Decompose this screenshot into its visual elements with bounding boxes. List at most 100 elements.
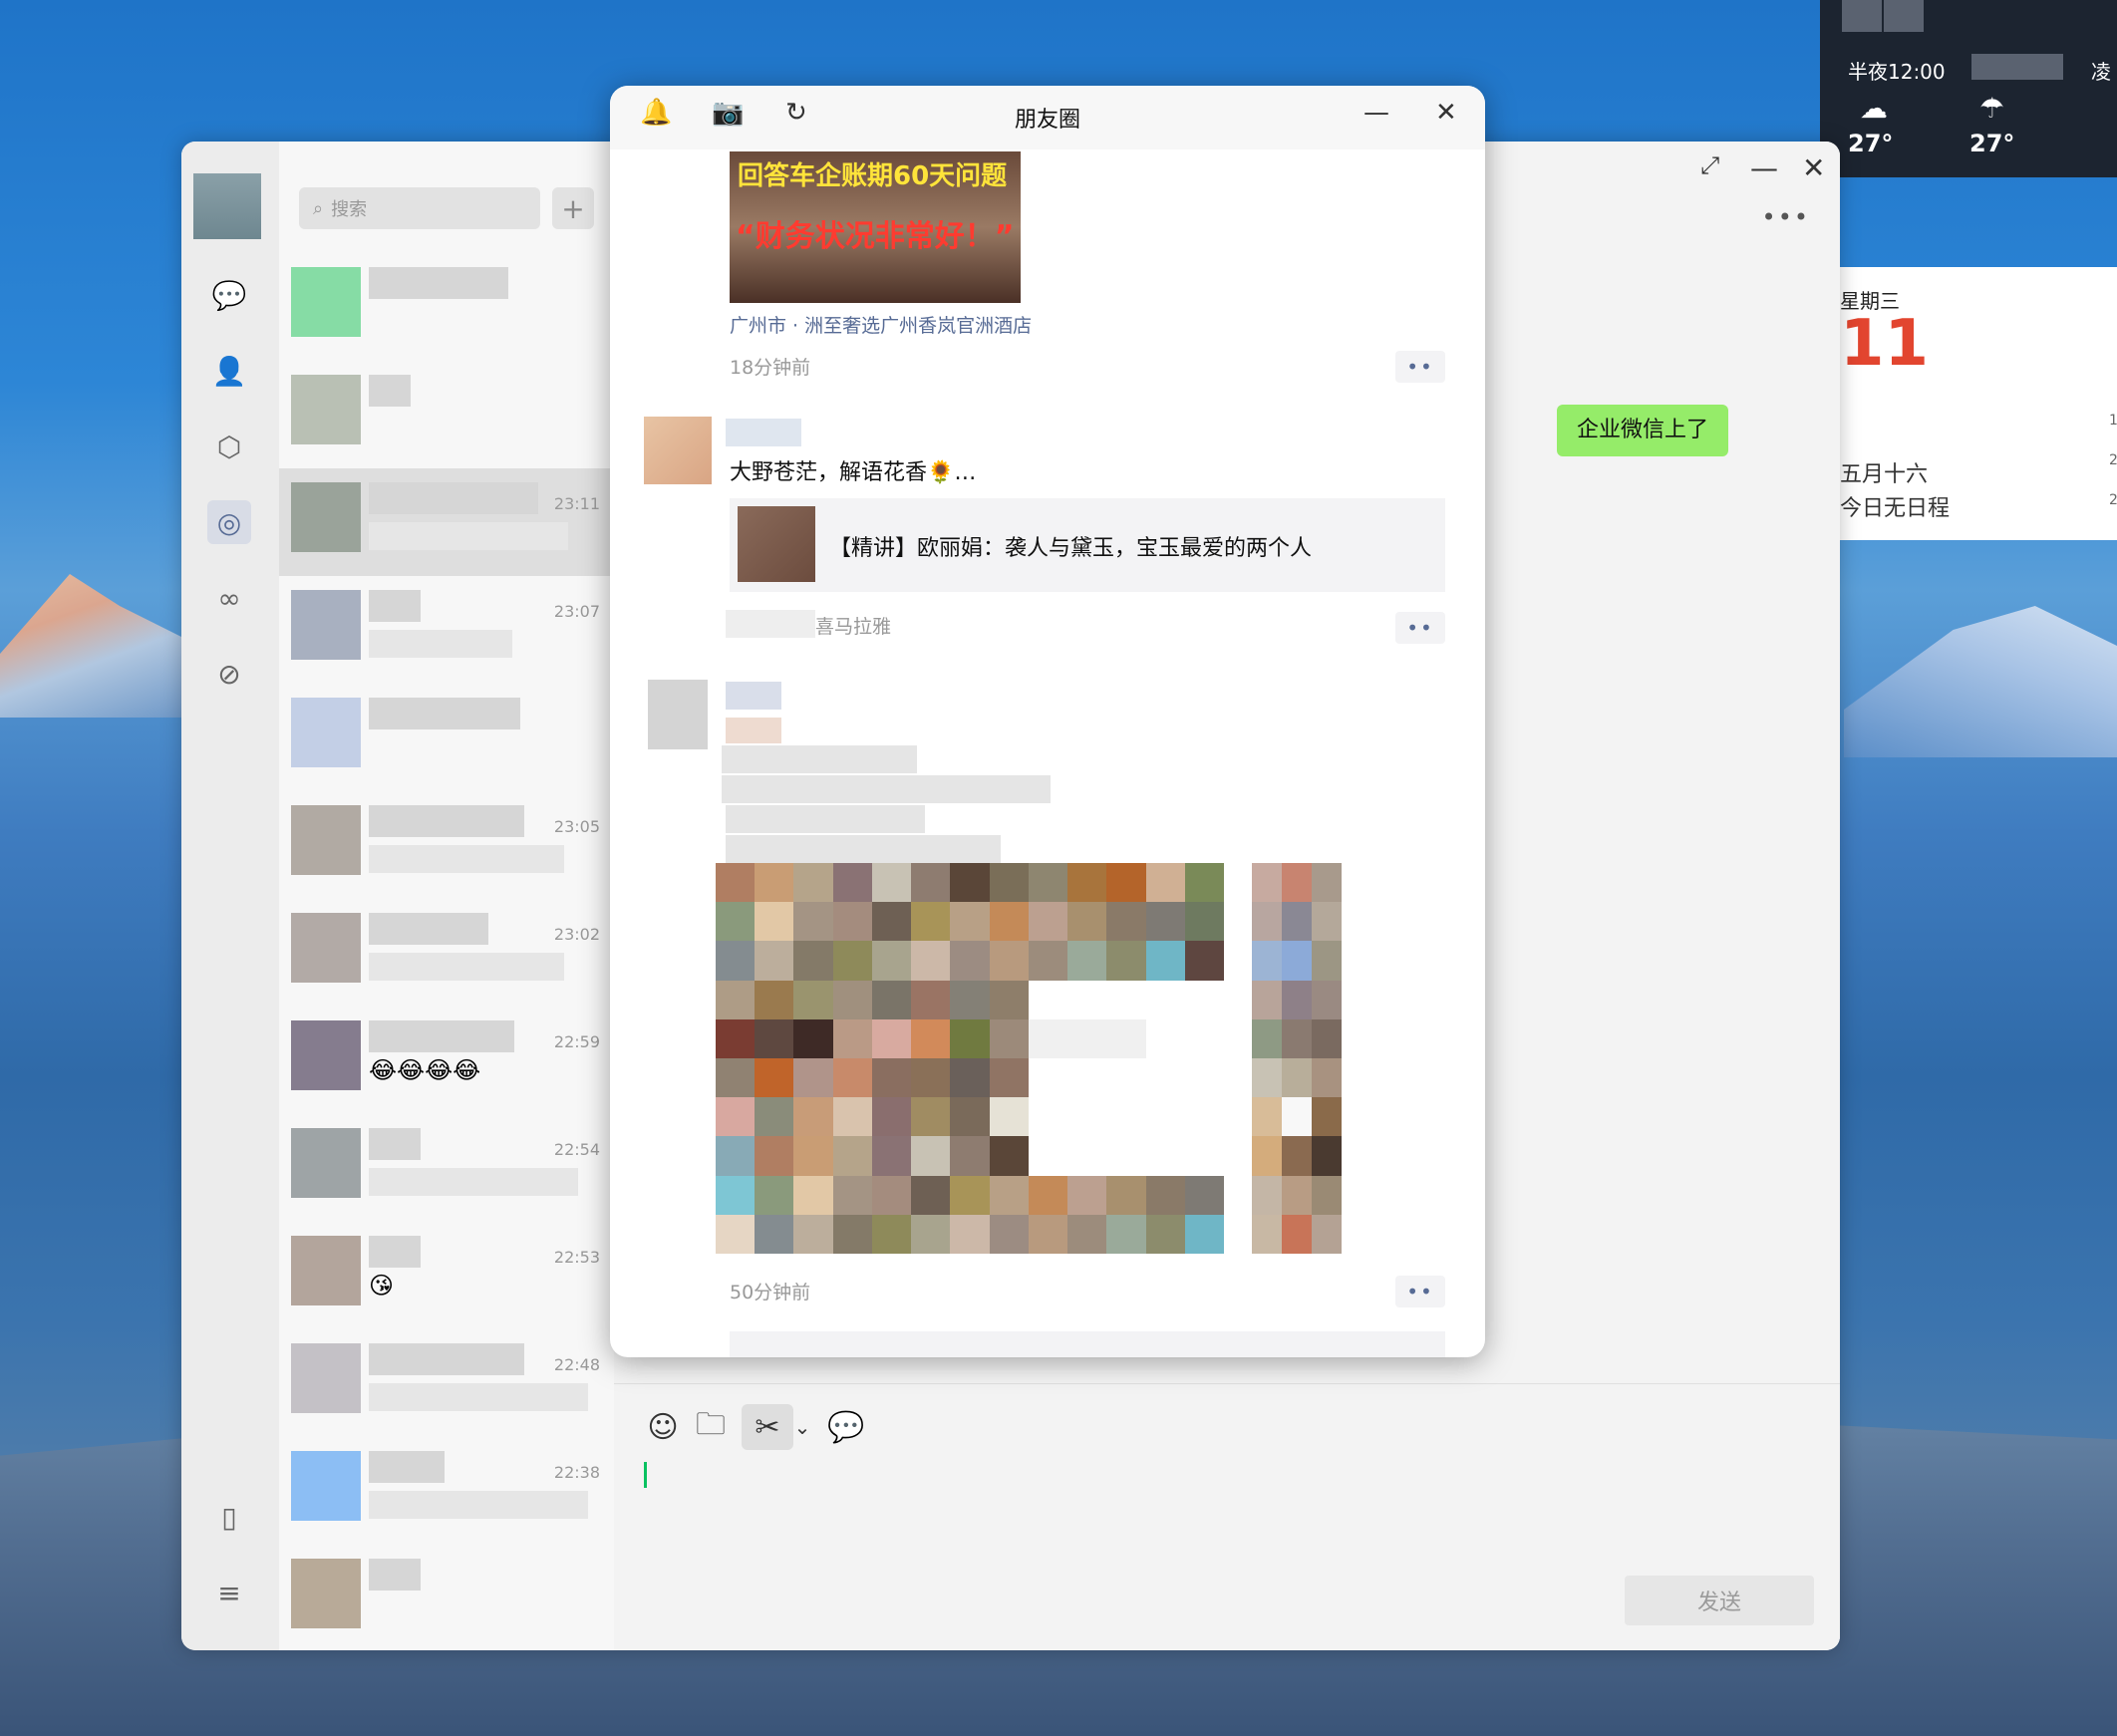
image-pixel: [1106, 1136, 1146, 1176]
image-pixel: [1028, 902, 1068, 942]
image-pixel: [1252, 1136, 1282, 1176]
message-input-area[interactable]: ☺ 🗀 ✂ ⌄ 💬 发送: [614, 1383, 1840, 1650]
chat-icon[interactable]: 💬: [207, 273, 251, 317]
image-pixel: [1252, 863, 1282, 903]
calendar-widget[interactable]: 星期三 11 五月十六 今日无日程 1 2 2: [1840, 267, 2117, 540]
chat-name: [369, 1343, 524, 1375]
image-pixel: [1184, 1136, 1224, 1176]
shared-link-card[interactable]: 【精讲】欧丽娟：袭人与黛玉，宝玉最爱的两个人: [730, 498, 1445, 592]
image-pixel: [1028, 980, 1068, 1019]
minimize-icon[interactable]: —: [1750, 151, 1778, 184]
avatar[interactable]: [193, 173, 261, 239]
menu-icon[interactable]: ≡: [207, 1571, 251, 1614]
post-more-button[interactable]: ••: [1395, 1276, 1445, 1307]
image-pixel: [1067, 1058, 1107, 1098]
image-pixel: [1184, 941, 1224, 981]
close-icon[interactable]: ✕: [1435, 98, 1457, 128]
calendar-side-mark: 2: [2109, 492, 2117, 508]
chevron-down-icon[interactable]: ⌄: [789, 1404, 815, 1450]
list-item[interactable]: 23:05: [279, 791, 614, 899]
image-pixel: [716, 941, 756, 981]
scissors-icon[interactable]: ✂: [742, 1404, 793, 1450]
post-text: 大野苍茫，解语花香🌻…: [730, 460, 977, 485]
image-pixel: [1184, 1058, 1224, 1098]
image-pixel: [1184, 1018, 1224, 1058]
minimize-icon[interactable]: —: [1363, 98, 1389, 128]
calendar-side-mark: 1: [2109, 413, 2117, 429]
avatar: [291, 482, 361, 552]
image-pixel: [1282, 1097, 1312, 1137]
emoji-icon[interactable]: ☺: [640, 1404, 686, 1450]
shared-link-card[interactable]: [730, 1331, 1445, 1357]
list-item[interactable]: [279, 253, 614, 361]
favorites-icon[interactable]: ⬡: [207, 425, 251, 468]
image-pixel: [1145, 902, 1185, 942]
temperature-next: 27°: [1969, 130, 2015, 157]
image-pixel: [1282, 941, 1312, 981]
moments-icon[interactable]: ◎: [207, 500, 251, 544]
image-pixel: [1312, 941, 1342, 981]
restore-icon[interactable]: ⤢: [1700, 151, 1719, 179]
channels-icon[interactable]: ∞: [207, 576, 251, 620]
post-image[interactable]: 回答车企账期60天问题 “财务状况非常好！”: [730, 151, 1021, 303]
image-pixel: [1312, 1175, 1342, 1215]
post-image[interactable]: [1252, 863, 1342, 1254]
weather-widget[interactable]: 半夜12:00 凌 ☁ ☂ 27° 27°: [1820, 0, 2117, 177]
mountain-peak-right: [1844, 606, 2117, 757]
contacts-icon[interactable]: 👤: [207, 349, 251, 393]
list-item[interactable]: [279, 361, 614, 468]
share-thumbnail: [738, 506, 815, 582]
list-item[interactable]: 23:11: [279, 468, 614, 576]
list-item[interactable]: [279, 684, 614, 791]
send-button[interactable]: 发送: [1625, 1576, 1814, 1625]
close-icon[interactable]: ✕: [1802, 151, 1825, 184]
post-location[interactable]: 广州市 · 洲至奢选广州香岚官洲酒店: [730, 311, 1032, 338]
folder-icon[interactable]: 🗀: [688, 1404, 734, 1450]
message-bubble[interactable]: 企业微信上了: [1557, 405, 1729, 456]
image-pixel: [950, 1018, 990, 1058]
image-pixel: [1282, 863, 1312, 903]
list-item[interactable]: 22:48: [279, 1329, 614, 1437]
avatar[interactable]: [648, 680, 708, 749]
more-icon[interactable]: •••: [1762, 203, 1810, 231]
post-more-button[interactable]: ••: [1395, 351, 1445, 383]
weather-next-time: 凌: [2091, 60, 2111, 84]
avatar: [291, 1020, 361, 1090]
search-input[interactable]: ⌕ 搜索: [299, 187, 540, 229]
phone-icon[interactable]: ▯: [207, 1495, 251, 1539]
image-pixel: [1312, 902, 1342, 942]
add-button[interactable]: +: [552, 187, 594, 229]
list-item[interactable]: 😂😂😂😂 22:59: [279, 1007, 614, 1114]
post-more-button[interactable]: ••: [1395, 612, 1445, 644]
image-pixel: [871, 1175, 912, 1215]
calendar-side-mark: 2: [2109, 452, 2117, 468]
list-item[interactable]: [279, 1545, 614, 1650]
mini-program-icon[interactable]: ⊘: [207, 652, 251, 696]
post-author-name[interactable]: [726, 419, 801, 446]
chat-name: [369, 590, 421, 622]
image-pixel: [1106, 941, 1146, 981]
image-pixel: [793, 902, 833, 942]
chat-history-icon[interactable]: 💬: [823, 1404, 869, 1450]
list-item[interactable]: 22:54: [279, 1114, 614, 1222]
image-pixel: [716, 863, 756, 903]
list-item[interactable]: 23:07: [279, 576, 614, 684]
chat-last-message: [369, 630, 512, 658]
image-pixel: [911, 1058, 951, 1098]
list-item[interactable]: 23:02: [279, 899, 614, 1007]
image-pixel: [755, 1018, 794, 1058]
blurred-block: [1842, 0, 1882, 32]
calendar-lunar-date: 五月十六: [1840, 462, 1929, 487]
avatar[interactable]: [644, 417, 712, 484]
image-pixel: [989, 1214, 1029, 1254]
avatar: [291, 913, 361, 983]
list-item[interactable]: 22:38: [279, 1437, 614, 1545]
avatar: [291, 590, 361, 660]
list-item[interactable]: 😘 22:53: [279, 1222, 614, 1329]
image-pixel: [911, 1018, 951, 1058]
image-pixel: [950, 863, 990, 903]
chat-time: 23:05: [553, 817, 600, 836]
post-author-name[interactable]: [726, 682, 781, 710]
chat-name: [369, 1128, 421, 1160]
post-image[interactable]: [716, 863, 1224, 1254]
